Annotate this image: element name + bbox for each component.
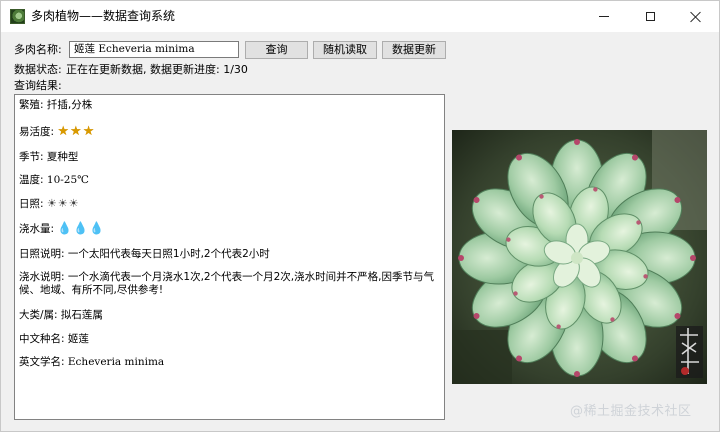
season-row: 季节: 夏种型 [19,151,78,164]
en-name-value: Echeveria minima [67,356,165,368]
genus-label: 大类/属: [19,309,58,321]
temperature-row: 温度: 10-25℃ [19,174,89,187]
cn-name-value: 姬莲 [67,333,89,345]
succulent-photo-drawing [452,130,707,384]
temperature-value: 10-25℃ [46,174,89,186]
result-textbox[interactable]: 繁殖: 扦插,分株 易活度: ★★★ 季节: 夏种型 温度: 10-25℃ 日照… [14,94,445,420]
maximize-icon [645,12,655,21]
genus-value: 拟石莲属 [60,309,103,321]
name-input[interactable]: 姬莲 Echeveria minima [69,41,239,58]
sun-note-label: 日照说明: [19,248,65,260]
en-name-row: 英文学名: Echeveria minima [19,356,164,369]
sun-note-row: 日照说明: 一个太阳代表每天日照1小时,2个代表2小时 [19,248,270,261]
cn-name-row: 中文种名: 姬莲 [19,333,89,346]
propagation-row: 繁殖: 扦插,分株 [19,99,92,112]
water-note-value: 一个水滴代表一个月浇水1次,2个代表一个月2次,浇水时间并不严格,因季节与气候、… [19,271,434,296]
season-value: 夏种型 [46,151,79,163]
app-window: 多肉植物——数据查询系统 多肉名称: 姬莲 Echeveria minima 查… [0,0,720,432]
season-label: 季节: [19,151,44,163]
water-drop-rating-icon: 💧💧💧 [57,221,106,235]
ease-row: 易活度: ★★★ [19,125,95,139]
data-update-button[interactable]: 数据更新 [382,41,446,59]
genus-row: 大类/属: 拟石莲属 [19,309,103,322]
title-bar[interactable]: 多肉植物——数据查询系统 [1,1,719,32]
water-note-label: 浇水说明: [19,271,65,283]
window-title: 多肉植物——数据查询系统 [31,9,176,23]
echeveria-rosette-photo [452,130,707,384]
status-text: 正在在更新数据, 数据更新进度: 1/30 [66,63,248,76]
propagation-value: 扦插,分株 [46,99,93,111]
watering-label: 浇水量: [19,223,55,235]
en-name-label: 英文学名: [19,356,65,368]
random-read-button[interactable]: 随机读取 [313,41,377,59]
close-icon [690,11,702,23]
cn-name-label: 中文种名: [19,333,65,345]
minimize-button[interactable] [581,1,627,32]
sun-note-value: 一个太阳代表每天日照1小时,2个代表2小时 [67,248,270,260]
temperature-label: 温度: [19,174,44,186]
ease-label: 易活度: [19,126,55,138]
star-rating-icon: ★★★ [57,124,96,139]
status-label: 数据状态: [14,63,62,76]
query-button[interactable]: 查询 [245,41,308,59]
watermark: @稀土掘金技术社区 [570,404,692,419]
maximize-button[interactable] [627,1,673,32]
water-note-row: 浇水说明: 一个水滴代表一个月浇水1次,2个代表一个月2次,浇水时间并不严格,因… [19,271,437,297]
close-button[interactable] [673,1,719,32]
watering-row: 浇水量: 💧💧💧 [19,222,105,236]
sunlight-label: 日照: [19,198,44,210]
minimize-icon [599,16,609,17]
result-label: 查询结果: [14,79,62,92]
name-label: 多肉名称: [14,43,62,56]
propagation-label: 繁殖: [19,99,44,111]
sun-rating-icon: ☀☀☀ [46,197,80,210]
sunlight-row: 日照: ☀☀☀ [19,197,79,211]
succulent-app-icon [10,9,25,24]
